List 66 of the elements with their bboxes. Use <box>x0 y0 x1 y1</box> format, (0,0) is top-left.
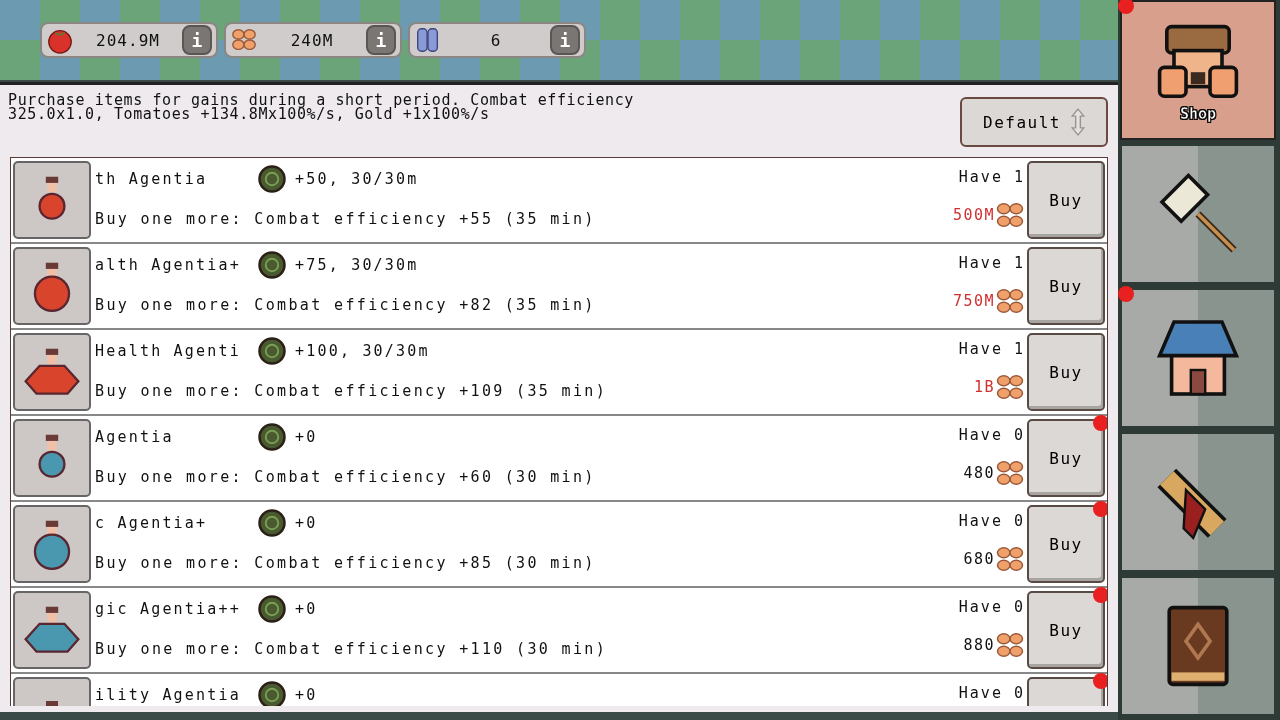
shield-icon <box>257 250 287 280</box>
price-text: 480 <box>963 464 995 482</box>
info-button[interactable]: i <box>366 25 396 55</box>
info-button[interactable]: i <box>550 25 580 55</box>
coins-icon <box>995 286 1025 316</box>
upgrade-text: Buy one more: Combat efficiency +85 (30 min) <box>95 554 597 572</box>
owned-count: Have 0 <box>958 598 1025 616</box>
shield-icon <box>257 594 287 624</box>
price-text: 500M <box>952 206 995 224</box>
price-text: 680 <box>963 550 995 568</box>
owned-count: Have 0 <box>958 512 1025 530</box>
price-text: 1B <box>973 378 995 396</box>
resource-value: 204.9M <box>95 30 161 50</box>
shield-icon <box>257 336 287 366</box>
sidebar-tab[interactable] <box>1120 144 1276 284</box>
info-button[interactable]: i <box>182 25 212 55</box>
shield-icon <box>257 422 287 452</box>
resource-value: 240M <box>289 30 335 50</box>
effect-text: +0 <box>295 686 318 704</box>
sidebar-tab[interactable] <box>1120 432 1276 572</box>
price-text: 750M <box>952 292 995 310</box>
coins-icon <box>995 372 1025 402</box>
shield-icon <box>257 508 287 538</box>
item-name: th Agentia <box>95 170 209 188</box>
item-name: alth Agentia+ <box>95 256 242 274</box>
coins-icon <box>995 544 1025 574</box>
sort-button[interactable]: Default <box>960 97 1108 147</box>
upgrade-text: Buy one more: Combat efficiency +110 (30 min) <box>95 640 609 658</box>
owned-count: Have 0 <box>958 426 1025 444</box>
effect-text: +75, 30/30m <box>295 256 419 274</box>
shield-icon <box>257 164 287 194</box>
item-name: ility Agentia <box>95 686 242 704</box>
upgrade-text: Buy one more: Combat efficiency +55 (35 min) <box>95 210 597 228</box>
owned-count: Have 1 <box>958 254 1025 272</box>
item-name: Health Agenti <box>95 342 242 360</box>
owned-count: Have 1 <box>958 340 1025 358</box>
buy-button[interactable]: Buy <box>1027 591 1105 669</box>
buy-button[interactable]: Buy <box>1027 333 1105 411</box>
upgrade-text: Buy one more: Combat efficiency +82 (35 min) <box>95 296 597 314</box>
item-name: Agentia <box>95 428 175 446</box>
sidebar-tab[interactable] <box>1120 576 1276 716</box>
upgrade-text: Buy one more: Combat efficiency +109 (35 min) <box>95 382 609 400</box>
effect-text: +50, 30/30m <box>295 170 419 188</box>
tab-label: Shop <box>1179 105 1217 123</box>
effect-text: +0 <box>295 514 318 532</box>
resource-value: 6 <box>489 30 503 50</box>
coins-icon <box>995 458 1025 488</box>
owned-count: Have 1 <box>958 168 1025 186</box>
owned-count: Have 0 <box>958 684 1025 702</box>
buy-button[interactable]: Buy <box>1027 505 1105 583</box>
price-text: 880 <box>963 636 995 654</box>
buy-button[interactable]: Buy <box>1027 419 1105 497</box>
effect-text: +0 <box>295 600 318 618</box>
effect-text: +0 <box>295 428 318 446</box>
effect-text: +100, 30/30m <box>295 342 430 360</box>
shield-icon <box>257 680 287 706</box>
coins-icon <box>995 630 1025 660</box>
item-name: c Agentia+ <box>95 514 209 532</box>
up-down-arrow-icon <box>1070 108 1085 136</box>
upgrade-text: Buy one more: Combat efficiency +60 (30 min) <box>95 468 597 486</box>
buy-button[interactable]: Buy <box>1027 247 1105 325</box>
buy-button[interactable]: Buy <box>1027 161 1105 239</box>
coins-icon <box>995 200 1025 230</box>
description-text: Purchase items for gains during a short period. Combat efficiency 325.0x1.0, Tomatoes +134.8Mx100%/s, Gold +1x100%/s <box>8 93 635 121</box>
item-name: gic Agentia++ <box>95 600 242 618</box>
sidebar-tab[interactable] <box>1120 288 1276 428</box>
